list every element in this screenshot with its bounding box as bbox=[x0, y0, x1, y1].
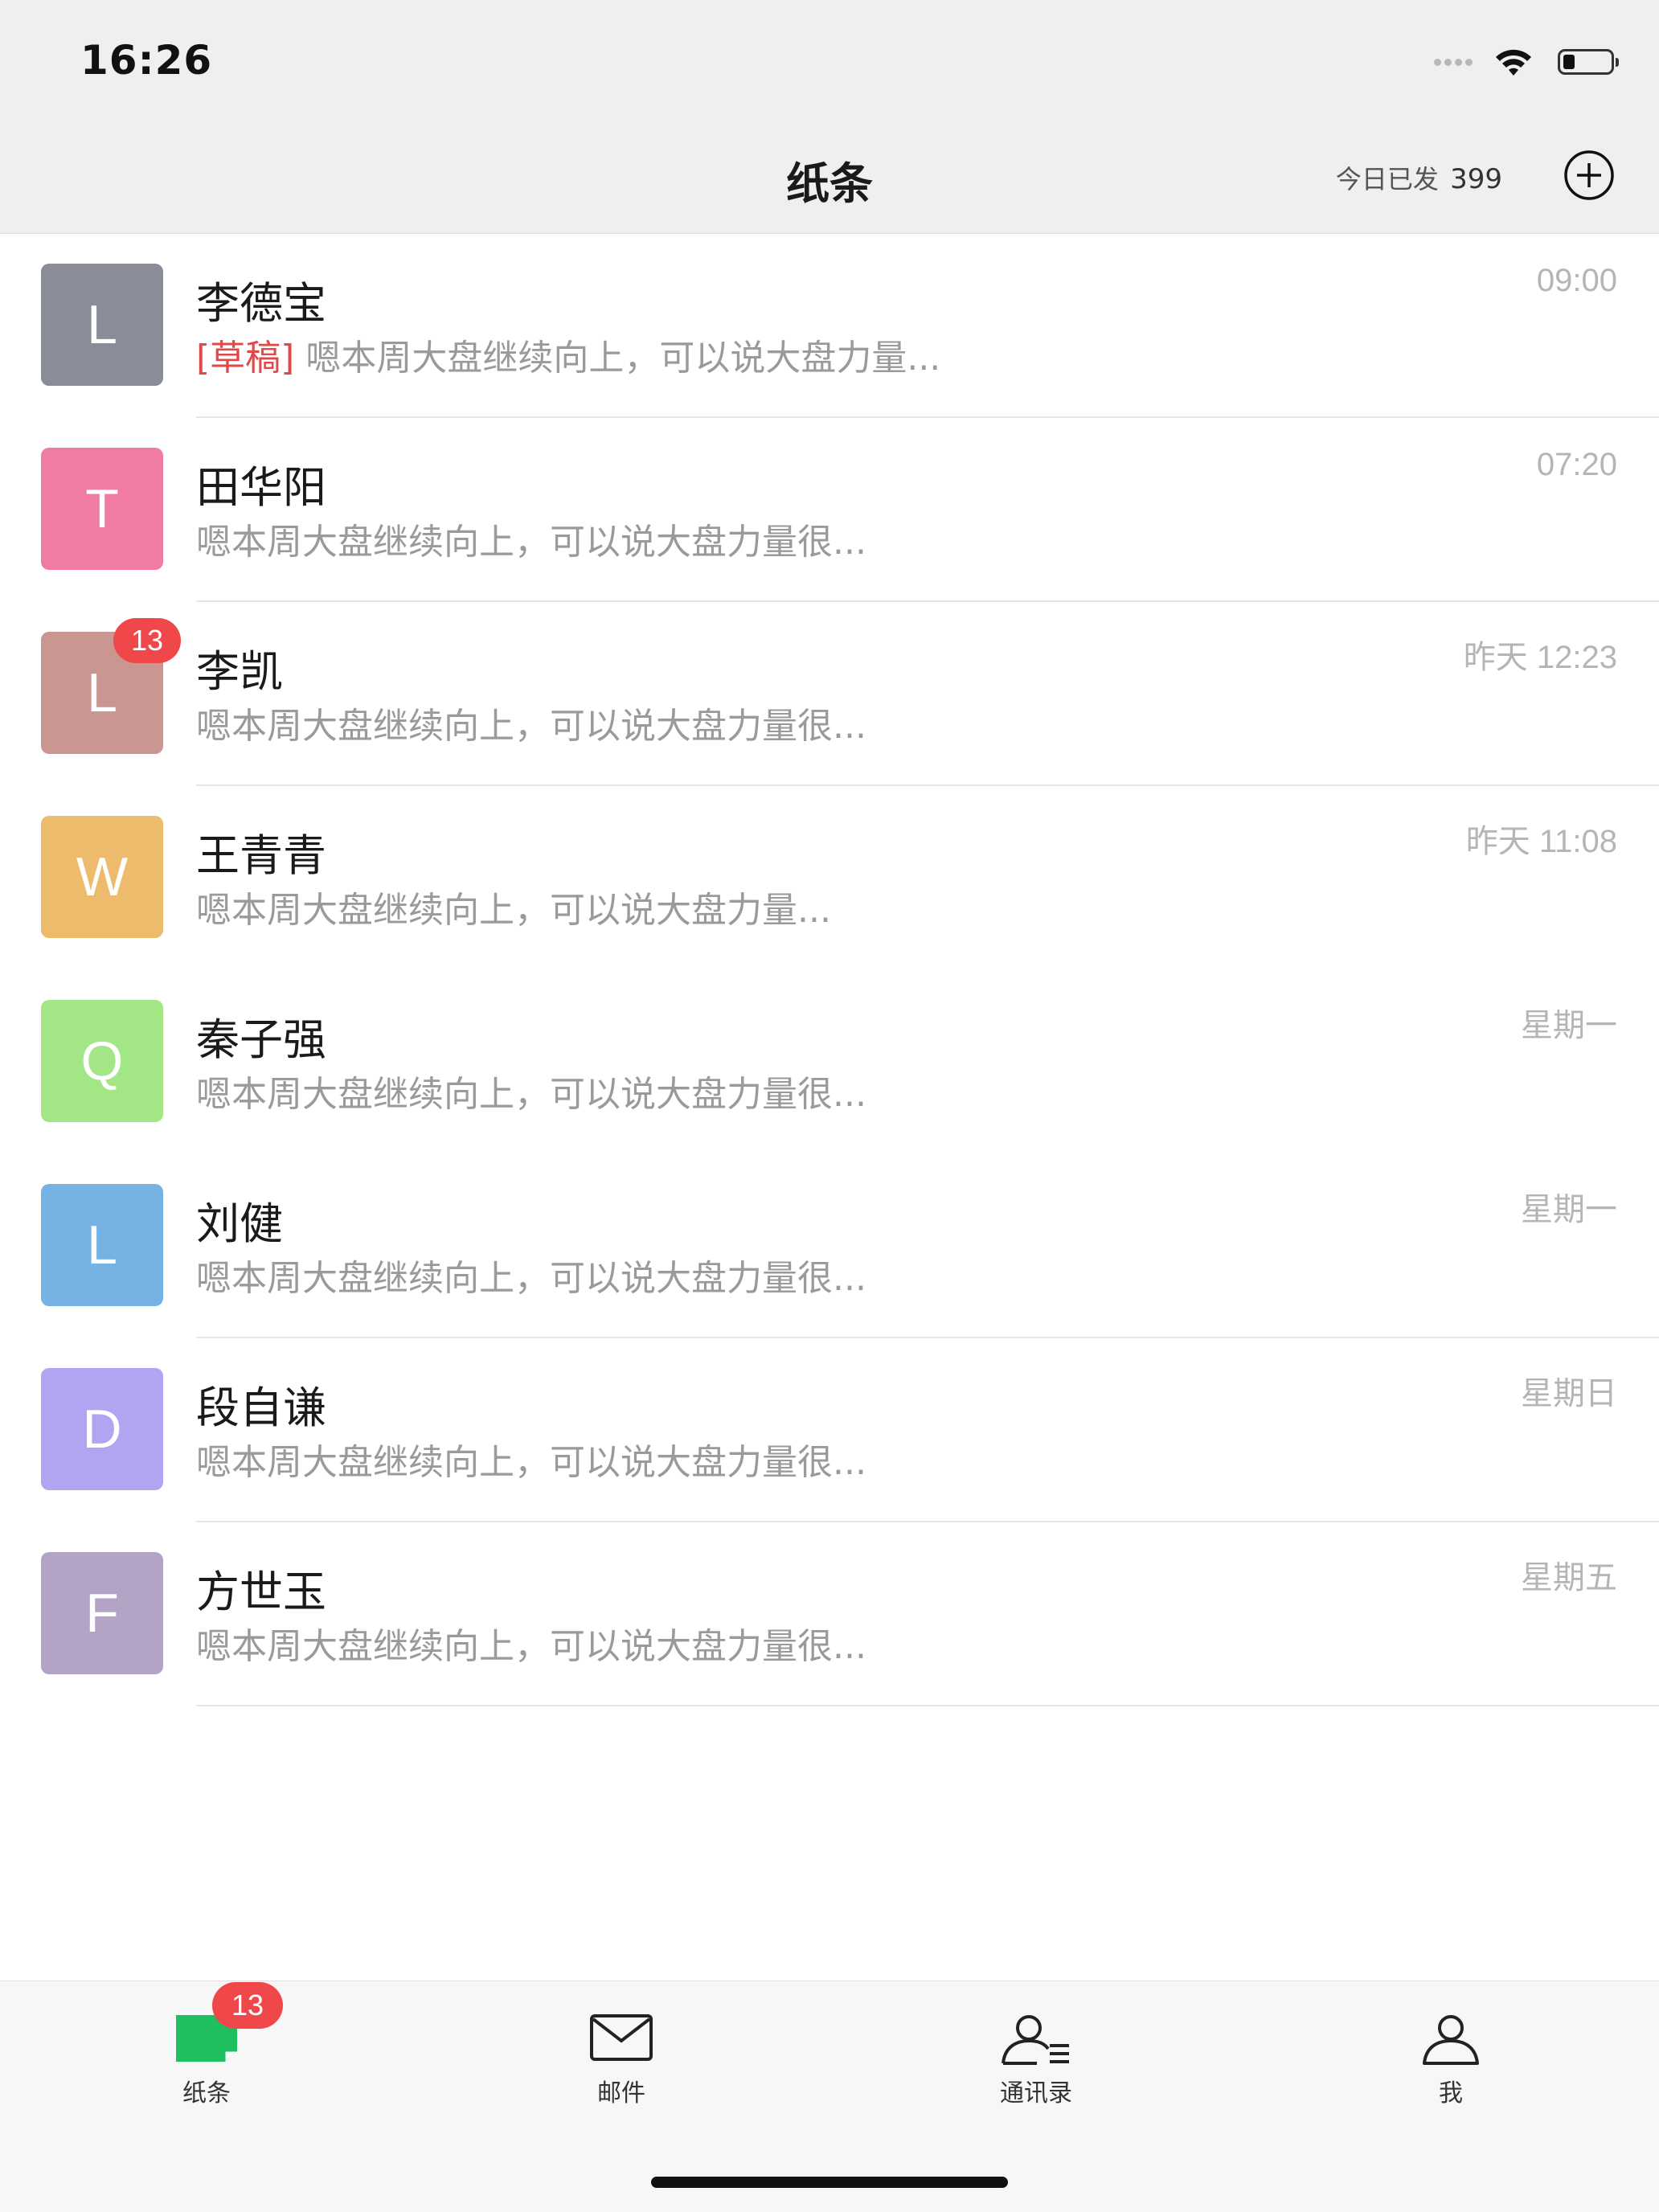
avatar[interactable]: F bbox=[41, 1552, 163, 1674]
contact-name: 李德宝 bbox=[196, 278, 326, 329]
contact-name: 段自谦 bbox=[196, 1382, 326, 1433]
tab-mail[interactable]: 邮件 bbox=[541, 1981, 702, 2110]
unread-badge: 13 bbox=[113, 618, 181, 663]
preview-text: 嗯本周大盘继续向上，可以说大盘力量很... bbox=[196, 1258, 866, 1299]
preview-text: 嗯本周大盘继续向上，可以说大盘力量很... bbox=[196, 706, 866, 747]
status-time: 16:26 bbox=[80, 37, 213, 84]
tab-label: 邮件 bbox=[597, 2079, 645, 2108]
avatar[interactable]: D bbox=[41, 1368, 163, 1490]
mail-icon bbox=[590, 2014, 653, 2061]
avatar[interactable]: T bbox=[41, 448, 163, 570]
home-indicator[interactable] bbox=[651, 2177, 1008, 2188]
status-icons bbox=[1434, 42, 1619, 82]
tab-unread-badge: 13 bbox=[212, 1982, 283, 2029]
preview-text: 嗯本周大盘继续向上，可以说大盘力量很... bbox=[196, 1626, 866, 1667]
battery-level bbox=[1563, 55, 1575, 69]
conversation-row[interactable]: Q 秦子强嗯本周大盘继续向上，可以说大盘力量很... 星期一 bbox=[0, 970, 1659, 1154]
message-preview: 嗯本周大盘继续向上，可以说大盘力量很... bbox=[196, 513, 866, 564]
conversation-row[interactable]: D 段自谦嗯本周大盘继续向上，可以说大盘力量很... 星期日 bbox=[0, 1338, 1659, 1522]
preview-text: 嗯本周大盘继续向上，可以说大盘力量... bbox=[196, 890, 831, 931]
tab-me[interactable]: 我 bbox=[1370, 1981, 1531, 2110]
sent-today-count: 399 bbox=[1450, 163, 1502, 195]
preview-text: 嗯本周大盘继续向上，可以说大盘力量很... bbox=[196, 1074, 866, 1115]
message-preview: 嗯本周大盘继续向上，可以说大盘力量很... bbox=[196, 697, 866, 748]
draft-tag: [草稿] bbox=[196, 338, 295, 379]
conversation-row[interactable]: W 王青青嗯本周大盘继续向上，可以说大盘力量... 昨天 11:08 bbox=[0, 786, 1659, 970]
tab-label: 纸条 bbox=[182, 2079, 231, 2108]
sent-today-counter: 今日已发 399 bbox=[1336, 159, 1502, 196]
timestamp: 星期日 bbox=[1521, 1376, 1617, 1411]
cellular-signal-icon bbox=[1434, 58, 1476, 66]
contact-name: 王青青 bbox=[196, 830, 326, 881]
conversation-row[interactable]: T 田华阳嗯本周大盘继续向上，可以说大盘力量很... 07:20 bbox=[0, 418, 1659, 602]
contact-name: 方世玉 bbox=[196, 1567, 326, 1617]
timestamp: 昨天 12:23 bbox=[1463, 640, 1617, 675]
timestamp: 昨天 11:08 bbox=[1465, 824, 1617, 859]
timestamp: 09:00 bbox=[1536, 263, 1617, 298]
message-preview: 嗯本周大盘继续向上，可以说大盘力量很... bbox=[196, 1433, 866, 1485]
avatar[interactable]: L bbox=[41, 1184, 163, 1306]
conversation-row[interactable]: L 李德宝 [草稿] 嗯本周大盘继续向上，可以说大盘力量... 09:00 bbox=[0, 234, 1659, 418]
message-preview: 嗯本周大盘继续向上，可以说大盘力量... bbox=[196, 881, 831, 932]
contact-name: 刘健 bbox=[196, 1198, 283, 1249]
conversation-row[interactable]: L 刘健嗯本周大盘继续向上，可以说大盘力量很... 星期一 bbox=[0, 1154, 1659, 1338]
screen: 16:26 纸条 今日已发 399 L 李德宝 [草稿] 嗯本周大盘继续向上，可… bbox=[0, 0, 1659, 2212]
preview-text: 嗯本周大盘继续向上，可以说大盘力量很... bbox=[196, 522, 866, 563]
status-bar: 16:26 bbox=[0, 0, 1659, 121]
sent-today-label: 今日已发 bbox=[1335, 164, 1439, 195]
conversation-row[interactable]: L 13 李凯 嗯本周大盘继续向上，可以说大盘力量很... 昨天 12:23 bbox=[0, 602, 1659, 786]
timestamp: 星期一 bbox=[1521, 1192, 1617, 1227]
add-button[interactable] bbox=[1563, 149, 1616, 202]
contact-name: 田华阳 bbox=[196, 462, 326, 513]
conversation-list: L 李德宝 [草稿] 嗯本周大盘继续向上，可以说大盘力量... 09:00 T 田华阳 嗯本… bbox=[0, 234, 1659, 1706]
message-preview: 嗯本周大盘继续向上，可以说大盘力量很... bbox=[196, 1617, 866, 1669]
user-icon bbox=[1423, 2015, 1479, 2065]
tab-contacts[interactable]: 通讯录 bbox=[956, 1981, 1116, 2110]
contact-name: 秦子强 bbox=[196, 1014, 326, 1065]
timestamp: 星期一 bbox=[1521, 1008, 1617, 1043]
preview-text: 嗯本周大盘继续向上，可以说大盘力量很... bbox=[196, 1442, 866, 1483]
preview-text: 嗯本周大盘继续向上，可以说大盘力量... bbox=[294, 338, 941, 379]
tab-label: 通讯录 bbox=[1000, 2079, 1072, 2108]
battery-icon bbox=[1558, 49, 1619, 75]
wifi-icon bbox=[1496, 49, 1531, 76]
nav-bar: 纸条 今日已发 399 bbox=[0, 121, 1659, 234]
timestamp: 星期五 bbox=[1521, 1560, 1617, 1596]
message-preview: 嗯本周大盘继续向上，可以说大盘力量很... bbox=[196, 1065, 866, 1116]
avatar[interactable]: W bbox=[41, 816, 163, 938]
timestamp: 07:20 bbox=[1536, 447, 1617, 482]
tab-label: 我 bbox=[1439, 2079, 1463, 2108]
contact-name: 李凯 bbox=[196, 646, 283, 697]
message-preview: 嗯本周大盘继续向上，可以说大盘力量很... bbox=[196, 1249, 866, 1301]
conversation-row[interactable]: F 方世玉嗯本周大盘继续向上，可以说大盘力量很... 星期五 bbox=[0, 1522, 1659, 1706]
avatar[interactable]: Q bbox=[41, 1000, 163, 1122]
message-preview: [草稿] 嗯本周大盘继续向上，可以说大盘力量... bbox=[196, 329, 940, 380]
avatar[interactable]: L bbox=[41, 264, 163, 386]
row-divider bbox=[196, 1705, 1659, 1706]
contacts-icon bbox=[1002, 2015, 1069, 2065]
